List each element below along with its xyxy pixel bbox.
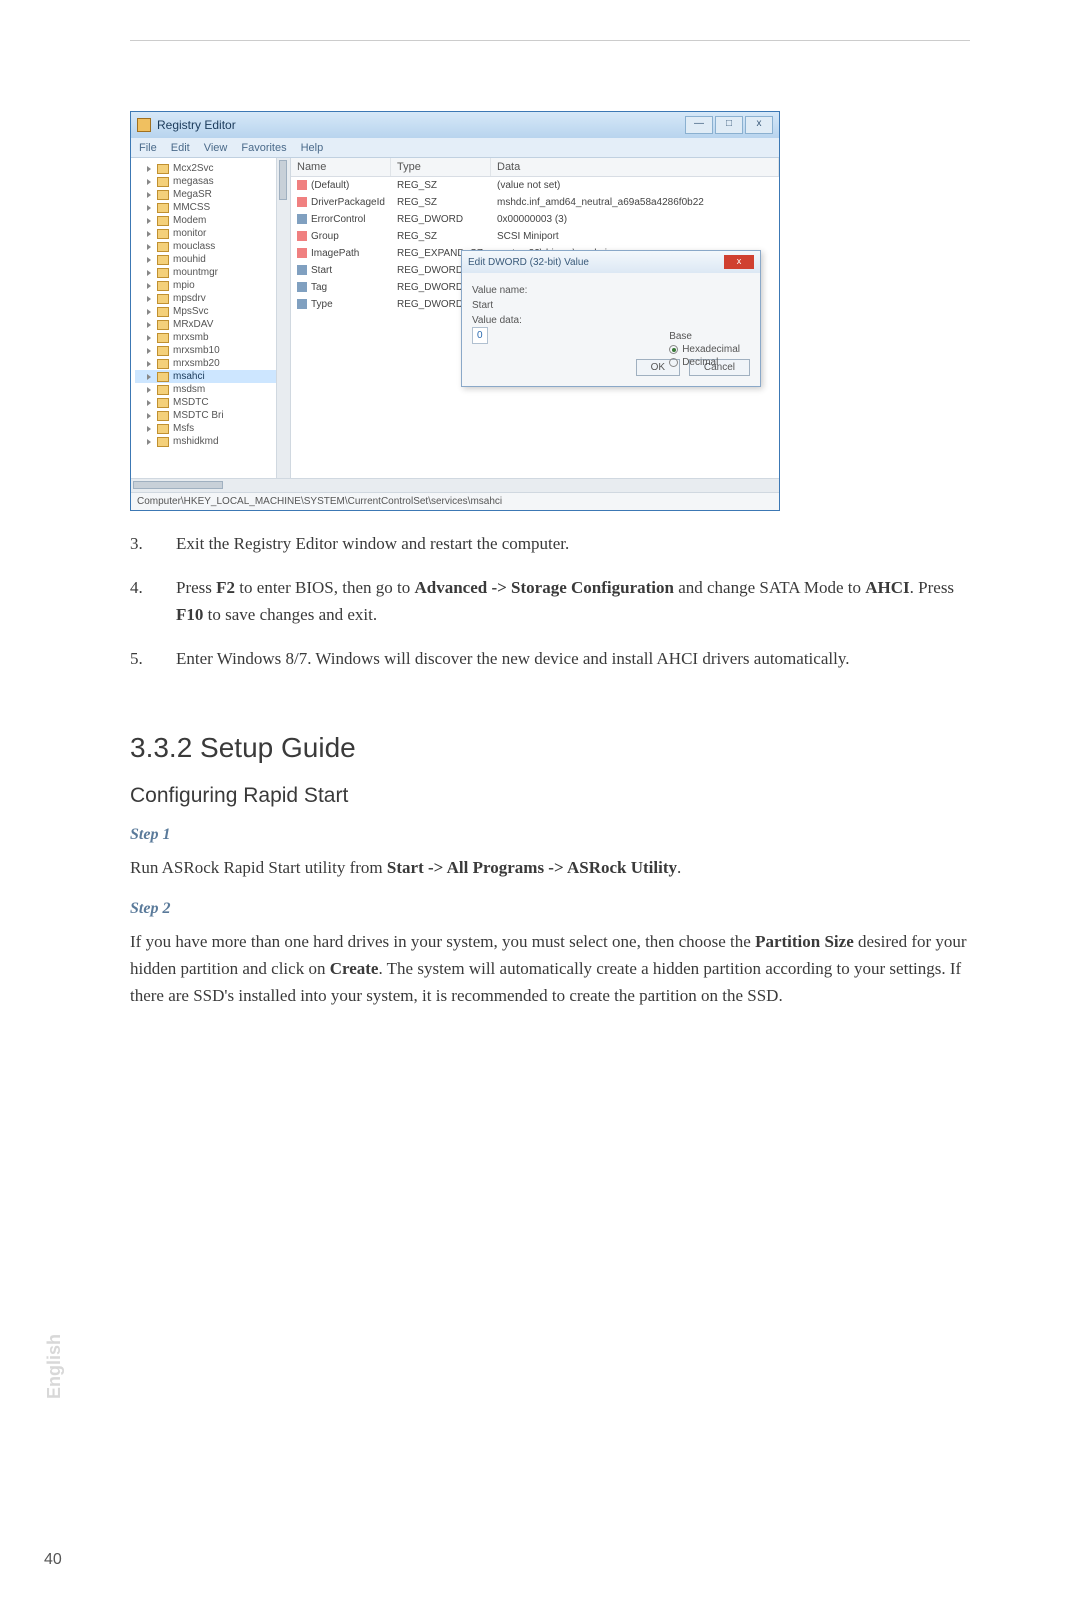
horizontal-scrollbar[interactable] bbox=[131, 478, 779, 492]
tree-node[interactable]: MegaSR bbox=[135, 188, 290, 201]
tree-node[interactable]: MSDTC Bri bbox=[135, 409, 290, 422]
page-top-divider bbox=[130, 40, 970, 41]
step2-label: Step 2 bbox=[130, 900, 970, 918]
registry-editor-window: Registry Editor — □ x File Edit View Fav… bbox=[130, 111, 780, 511]
radio-dec-label: Decimal bbox=[682, 357, 718, 368]
instruction-list: 3.Exit the Registry Editor window and re… bbox=[130, 531, 970, 672]
tree-node[interactable]: mrxsmb10 bbox=[135, 344, 290, 357]
base-group: Base Hexadecimal Decimal bbox=[669, 331, 740, 370]
tree-node[interactable]: mrxsmb20 bbox=[135, 357, 290, 370]
value-row[interactable]: DriverPackageIdREG_SZmshdc.inf_amd64_neu… bbox=[291, 194, 779, 211]
list-header: Name Type Data bbox=[291, 158, 779, 177]
value-name-value: Start bbox=[472, 300, 750, 311]
window-title: Registry Editor bbox=[157, 118, 685, 132]
col-type[interactable]: Type bbox=[391, 158, 491, 176]
step1-label: Step 1 bbox=[130, 826, 970, 844]
value-list-pane: Name Type Data (Default)REG_SZ(value not… bbox=[291, 158, 779, 478]
radio-dec[interactable] bbox=[669, 358, 678, 367]
value-row[interactable]: (Default)REG_SZ(value not set) bbox=[291, 177, 779, 194]
value-data-input[interactable]: 0 bbox=[472, 327, 488, 344]
tree-node[interactable]: mrxsmb bbox=[135, 331, 290, 344]
tree-node[interactable]: mountmgr bbox=[135, 266, 290, 279]
menu-view[interactable]: View bbox=[204, 142, 228, 154]
step2-text: If you have more than one hard drives in… bbox=[130, 928, 970, 1010]
value-name-label: Value name: bbox=[472, 285, 750, 296]
radio-hex-label: Hexadecimal bbox=[682, 344, 740, 355]
radio-hex[interactable] bbox=[669, 345, 678, 354]
page-number: 40 bbox=[44, 1551, 62, 1569]
col-name[interactable]: Name bbox=[291, 158, 391, 176]
registry-tree[interactable]: Mcx2SvcmegasasMegaSRMMCSSModemmonitormou… bbox=[131, 158, 291, 478]
minimize-button[interactable]: — bbox=[685, 116, 713, 134]
close-button[interactable]: x bbox=[745, 116, 773, 134]
instruction-item: 5.Enter Windows 8/7. Windows will discov… bbox=[130, 646, 970, 672]
tree-node[interactable]: mpsdrv bbox=[135, 292, 290, 305]
menu-favorites[interactable]: Favorites bbox=[241, 142, 286, 154]
value-row[interactable]: ErrorControlREG_DWORD0x00000003 (3) bbox=[291, 211, 779, 228]
language-label: English bbox=[44, 1334, 65, 1399]
tree-node[interactable]: MMCSS bbox=[135, 201, 290, 214]
maximize-button[interactable]: □ bbox=[715, 116, 743, 134]
tree-scrollbar[interactable] bbox=[276, 158, 290, 478]
tree-node[interactable]: monitor bbox=[135, 227, 290, 240]
menu-bar: File Edit View Favorites Help bbox=[131, 138, 779, 158]
tree-node[interactable]: Msfs bbox=[135, 422, 290, 435]
tree-node[interactable]: msdsm bbox=[135, 383, 290, 396]
tree-node[interactable]: MSDTC bbox=[135, 396, 290, 409]
tree-node[interactable]: MRxDAV bbox=[135, 318, 290, 331]
instruction-item: 3.Exit the Registry Editor window and re… bbox=[130, 531, 970, 557]
window-titlebar: Registry Editor — □ x bbox=[131, 112, 779, 138]
menu-help[interactable]: Help bbox=[301, 142, 324, 154]
tree-node[interactable]: mouclass bbox=[135, 240, 290, 253]
tree-node[interactable]: mpio bbox=[135, 279, 290, 292]
tree-node[interactable]: megasas bbox=[135, 175, 290, 188]
dialog-title: Edit DWORD (32-bit) Value bbox=[468, 257, 589, 268]
col-data[interactable]: Data bbox=[491, 158, 779, 176]
instruction-item: 4.Press F2 to enter BIOS, then go to Adv… bbox=[130, 575, 970, 628]
tree-node[interactable]: Modem bbox=[135, 214, 290, 227]
value-row[interactable]: GroupREG_SZSCSI Miniport bbox=[291, 228, 779, 245]
tree-node[interactable]: mshidkmd bbox=[135, 435, 290, 448]
menu-file[interactable]: File bbox=[139, 142, 157, 154]
tree-node[interactable]: Mcx2Svc bbox=[135, 162, 290, 175]
status-bar: Computer\HKEY_LOCAL_MACHINE\SYSTEM\Curre… bbox=[131, 492, 779, 510]
tree-node[interactable]: msahci bbox=[135, 370, 290, 383]
section-heading: 3.3.2 Setup Guide bbox=[130, 732, 970, 764]
base-label: Base bbox=[669, 331, 740, 342]
dialog-close-button[interactable]: x bbox=[724, 255, 754, 269]
step1-text: Run ASRock Rapid Start utility from Star… bbox=[130, 854, 970, 881]
menu-edit[interactable]: Edit bbox=[171, 142, 190, 154]
tree-node[interactable]: mouhid bbox=[135, 253, 290, 266]
value-data-label: Value data: bbox=[472, 315, 750, 326]
edit-dword-dialog: Edit DWORD (32-bit) Value x Value name: … bbox=[461, 250, 761, 387]
sub-heading: Configuring Rapid Start bbox=[130, 784, 970, 808]
tree-node[interactable]: MpsSvc bbox=[135, 305, 290, 318]
app-icon bbox=[137, 118, 151, 132]
